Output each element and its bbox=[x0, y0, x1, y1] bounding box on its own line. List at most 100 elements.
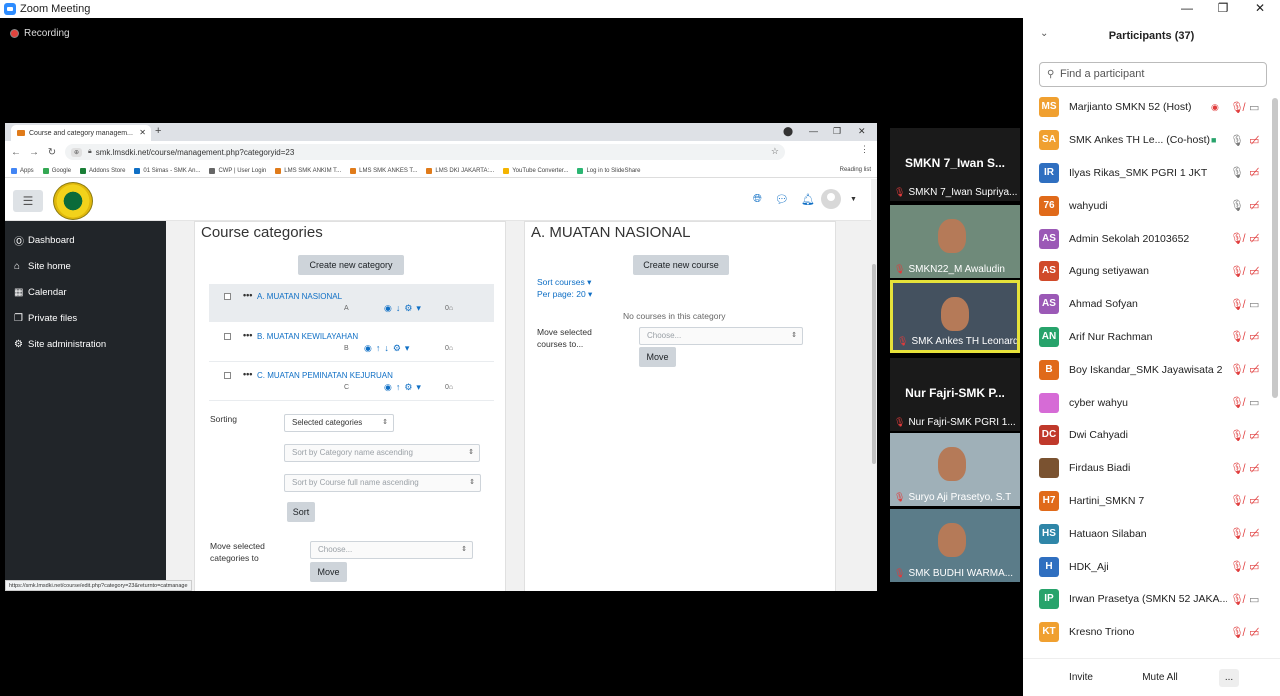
video-tile[interactable]: 🎙︎ SMK BUDHI WARMA... bbox=[890, 509, 1020, 582]
invite-button[interactable]: Invite bbox=[1063, 669, 1099, 687]
bookmark-item[interactable]: LMS SMK ANKES T... bbox=[350, 167, 417, 174]
category-actions-icon[interactable]: ◉↓⚙▾ bbox=[384, 303, 425, 314]
camera-on-icon[interactable]: ▭ bbox=[1249, 298, 1259, 311]
participant-row[interactable]: IR Ilyas Rikas_SMK PGRI 1 JKT 🎙︎ ▭̸ bbox=[1023, 157, 1280, 190]
mic-on-icon[interactable]: 🎙︎ bbox=[1230, 166, 1244, 179]
move-courses-select[interactable]: Choose... bbox=[639, 327, 803, 345]
mic-muted-icon[interactable]: 🎙︎̸ bbox=[1230, 560, 1244, 573]
participant-row[interactable]: AN Arif Nur Rachman 🎙︎̸ ▭̸ bbox=[1023, 321, 1280, 354]
mute-all-button[interactable]: Mute All bbox=[1138, 669, 1182, 687]
recording-indicator[interactable]: Recording bbox=[10, 28, 70, 39]
bookmark-item[interactable]: CWP | User Login bbox=[209, 167, 266, 174]
participant-row[interactable]: cyber wahyu 🎙︎̸ ▭ bbox=[1023, 386, 1280, 419]
mic-on-icon[interactable]: 🎙︎ bbox=[1230, 199, 1244, 212]
participant-row[interactable]: KT Kresno Triono 🎙︎̸ ▭̸ bbox=[1023, 616, 1280, 649]
sidebar-item-site-administration[interactable]: ⚙ Site administration bbox=[5, 331, 166, 357]
move-courses-button[interactable]: Move bbox=[639, 347, 676, 367]
new-tab-icon[interactable]: + bbox=[155, 125, 161, 137]
participant-row[interactable]: SA SMK Ankes TH Le... (Co-host) ■ 🎙︎ ▭̸ bbox=[1023, 124, 1280, 157]
sort-category-select[interactable]: Sort by Category name ascending bbox=[284, 444, 480, 462]
menu-toggle-icon[interactable]: ☰ bbox=[13, 190, 43, 212]
per-page-link[interactable]: Per page: 20 ▾ bbox=[537, 289, 592, 300]
bookmark-item[interactable]: Apps bbox=[11, 167, 34, 174]
bookmark-item[interactable]: YouTube Converter... bbox=[503, 167, 568, 174]
video-tile[interactable]: 🎙︎ Suryo Aji Prasetyo, S.T bbox=[890, 433, 1020, 506]
camera-off-icon[interactable]: ▭̸ bbox=[1249, 429, 1259, 442]
category-checkbox[interactable] bbox=[224, 372, 231, 379]
category-row[interactable]: ••• B. MUATAN KEWILAYAHAN B ◉↑↓⚙▾ 0⌂ bbox=[209, 324, 494, 362]
participant-row[interactable]: HS Hatuaon Silaban 🎙︎̸ ▭̸ bbox=[1023, 517, 1280, 550]
video-tile[interactable]: Nur Fajri-SMK P... 🎙︎ Nur Fajri-SMK PGRI 1… bbox=[890, 358, 1020, 431]
address-bar[interactable]: ⊕ 🔒︎ smk.lmsdki.net/course/management.ph… bbox=[65, 144, 785, 160]
mic-muted-icon[interactable]: 🎙︎̸ bbox=[1230, 396, 1244, 409]
participant-row[interactable]: AS Ahmad Sofyan 🎙︎̸ ▭ bbox=[1023, 288, 1280, 321]
camera-on-icon[interactable]: ▭ bbox=[1249, 101, 1259, 114]
profile-dot-icon[interactable]: ⬤ bbox=[783, 126, 793, 137]
back-icon[interactable]: ← bbox=[7, 147, 25, 158]
messages-icon[interactable]: 💬︎ bbox=[775, 193, 789, 206]
sort-courses-link[interactable]: Sort courses ▾ bbox=[537, 277, 591, 288]
browser-restore-icon[interactable]: ❐ bbox=[833, 126, 841, 137]
more-button[interactable]: ... bbox=[1219, 669, 1239, 687]
video-tile[interactable]: 🎙︎ SMKN22_M Awaludin bbox=[890, 205, 1020, 278]
browser-close-icon[interactable]: ✕ bbox=[858, 126, 866, 137]
camera-on-icon[interactable]: ▭ bbox=[1249, 396, 1259, 409]
notifications-bell-icon[interactable]: 🔔︎ bbox=[801, 193, 815, 206]
camera-off-icon[interactable]: ▭̸ bbox=[1249, 494, 1259, 507]
drag-dots-icon[interactable]: ••• bbox=[243, 290, 252, 300]
mic-muted-icon[interactable]: 🎙︎̸ bbox=[1230, 593, 1244, 606]
mic-muted-icon[interactable]: 🎙︎̸ bbox=[1230, 298, 1244, 311]
zoom-level-icon[interactable]: ⊕ bbox=[71, 147, 83, 157]
move-categories-select[interactable]: Choose... bbox=[310, 541, 473, 559]
camera-off-icon[interactable]: ▭̸ bbox=[1249, 363, 1259, 376]
camera-off-icon[interactable]: ▭̸ bbox=[1249, 527, 1259, 540]
mic-muted-icon[interactable]: 🎙︎̸ bbox=[1230, 429, 1244, 442]
video-tile[interactable]: SMKN 7_Iwan S... 🎙︎ SMKN 7_Iwan Supriya... bbox=[890, 128, 1020, 201]
user-menu-caret-icon[interactable]: ▼ bbox=[850, 196, 857, 203]
page-scrollbar[interactable] bbox=[871, 179, 877, 591]
category-checkbox[interactable] bbox=[224, 293, 231, 300]
camera-off-icon[interactable]: ▭̸ bbox=[1249, 134, 1259, 147]
participant-row[interactable]: DC Dwi Cahyadi 🎙︎̸ ▭̸ bbox=[1023, 419, 1280, 452]
mic-muted-icon[interactable]: 🎙︎̸ bbox=[1230, 232, 1244, 245]
bookmark-item[interactable]: Log in to SlideShare bbox=[577, 167, 641, 174]
participant-search-input[interactable]: ⚲ Find a participant bbox=[1039, 62, 1267, 87]
bookmark-item[interactable]: LMS SMK ANKIM T... bbox=[275, 167, 341, 174]
participant-row[interactable]: 76 wahyudi 🎙︎ ▭̸ bbox=[1023, 189, 1280, 222]
lock-icon[interactable]: 🔒︎ bbox=[88, 148, 92, 156]
sort-selection-select[interactable]: Selected categories bbox=[284, 414, 394, 432]
mic-muted-icon[interactable]: 🎙︎̸ bbox=[1230, 330, 1244, 343]
drag-dots-icon[interactable]: ••• bbox=[243, 369, 252, 379]
mic-muted-icon[interactable]: 🎙︎̸ bbox=[1230, 101, 1244, 114]
mic-muted-icon[interactable]: 🎙︎̸ bbox=[1230, 363, 1244, 376]
video-tile[interactable]: 🎙︎ SMK Ankes TH Leonardo bbox=[890, 280, 1020, 353]
participant-row[interactable]: Firdaus Biadi 🎙︎̸ ▭̸ bbox=[1023, 452, 1280, 485]
participant-row[interactable]: MS Marjianto SMKN 52 (Host) ◉ 🎙︎̸ ▭ bbox=[1023, 91, 1280, 124]
participant-scrollbar[interactable] bbox=[1272, 98, 1278, 398]
mic-muted-icon[interactable]: 🎙︎̸ bbox=[1230, 626, 1244, 639]
category-checkbox[interactable] bbox=[224, 333, 231, 340]
camera-off-icon[interactable]: ▭̸ bbox=[1249, 330, 1259, 343]
participant-row[interactable]: AS Admin Sekolah 20103652 🎙︎̸ ▭̸ bbox=[1023, 222, 1280, 255]
close-button[interactable]: ✕ bbox=[1245, 0, 1275, 18]
minimize-button[interactable]: — bbox=[1172, 0, 1202, 18]
create-new-category-button[interactable]: Create new category bbox=[298, 255, 404, 275]
sort-button[interactable]: Sort bbox=[287, 502, 315, 522]
category-row[interactable]: ••• A. MUATAN NASIONAL A ◉↓⚙▾ 0⌂ bbox=[209, 284, 494, 322]
bookmark-star-icon[interactable]: ☆ bbox=[771, 146, 779, 157]
mic-on-icon[interactable]: 🎙︎ bbox=[1230, 134, 1244, 147]
participant-row[interactable]: IP Irwan Prasetya (SMKN 52 JAKA... 🎙︎̸ ▭ bbox=[1023, 583, 1280, 616]
camera-on-icon[interactable]: ▭ bbox=[1249, 593, 1259, 606]
school-logo[interactable] bbox=[53, 182, 93, 220]
forward-icon[interactable]: → bbox=[25, 147, 43, 158]
category-actions-icon[interactable]: ◉↑↓⚙▾ bbox=[364, 343, 413, 354]
reload-icon[interactable]: ↻ bbox=[43, 147, 61, 158]
camera-off-icon[interactable]: ▭̸ bbox=[1249, 232, 1259, 245]
sidebar-item-private-files[interactable]: ❐ Private files bbox=[5, 305, 166, 331]
mic-muted-icon[interactable]: 🎙︎̸ bbox=[1230, 527, 1244, 540]
mic-muted-icon[interactable]: 🎙︎̸ bbox=[1230, 462, 1244, 475]
camera-off-icon[interactable]: ▭̸ bbox=[1249, 199, 1259, 212]
scrollbar-thumb[interactable] bbox=[872, 264, 876, 464]
user-avatar[interactable] bbox=[821, 189, 841, 209]
category-name-link[interactable]: B. MUATAN KEWILAYAHAN bbox=[257, 332, 358, 341]
